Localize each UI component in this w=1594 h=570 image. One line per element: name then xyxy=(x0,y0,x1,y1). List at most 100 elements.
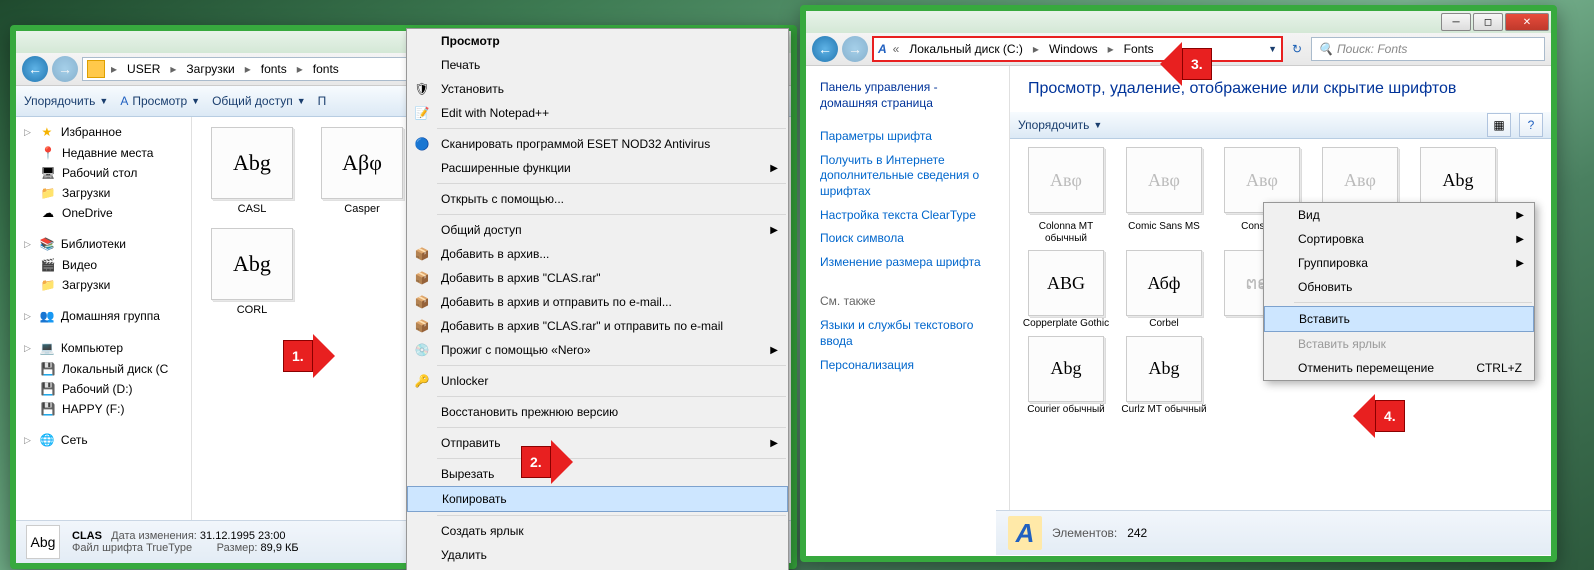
font-item[interactable]: Aвφ xyxy=(1118,147,1210,215)
sidebar-item[interactable]: 📁Загрузки xyxy=(16,183,191,203)
context-menu-item[interactable]: 🛡Установить xyxy=(407,77,788,101)
sidebar-item[interactable]: 💾Локальный диск (C xyxy=(16,359,191,379)
font-preview-icon: Abg xyxy=(211,127,293,199)
context-menu-item[interactable]: Вид▶ xyxy=(1264,203,1534,227)
crumb[interactable]: Windows xyxy=(1045,40,1102,58)
font-item[interactable]: Abg CASL xyxy=(202,127,302,218)
menu-item-icon: 📦 xyxy=(413,245,431,263)
context-menu-item[interactable]: Копировать xyxy=(407,486,788,512)
side-link[interactable]: Изменение размера шрифта xyxy=(820,251,995,275)
refresh-button[interactable]: ↻ xyxy=(1287,39,1307,59)
font-item[interactable]: ABGCopperplate Gothic xyxy=(1020,250,1112,330)
sidebar-libraries[interactable]: ▷📚Библиотеки xyxy=(16,233,191,255)
close-button[interactable]: ✕ xyxy=(1505,13,1549,31)
crumb[interactable]: fonts xyxy=(309,60,343,78)
print-menu[interactable]: П xyxy=(318,94,327,108)
context-menu-item[interactable]: 📦Добавить в архив "CLAS.rar" xyxy=(407,266,788,290)
context-menu-item[interactable]: 💿Прожиг с помощью «Nero»▶ xyxy=(407,338,788,362)
font-preview-icon: ABG xyxy=(1028,250,1104,316)
sidebar-item[interactable]: 🎬Видео xyxy=(16,255,191,275)
context-menu-item[interactable]: 🔵Сканировать программой ESET NOD32 Antiv… xyxy=(407,132,788,156)
context-menu-item[interactable]: Вырезать xyxy=(407,462,788,486)
font-item[interactable]: AbgCurlz MT обычный xyxy=(1118,336,1210,416)
font-name: Curlz MT обычный xyxy=(1118,404,1210,416)
sidebar-network[interactable]: ▷🌐Сеть xyxy=(16,429,191,451)
font-item[interactable]: АбфCorbel xyxy=(1118,250,1210,330)
context-menu-item[interactable]: Расширенные функции▶ xyxy=(407,156,788,180)
minimize-button[interactable]: ─ xyxy=(1441,13,1471,31)
context-menu-item[interactable]: Сортировка▶ xyxy=(1264,227,1534,251)
submenu-arrow-icon: ▶ xyxy=(770,438,778,449)
sidebar-item[interactable]: 📁Загрузки xyxy=(16,275,191,295)
font-item[interactable]: AbgCourier обычный xyxy=(1020,336,1112,416)
context-menu-item[interactable]: Создать ярлык xyxy=(407,519,788,543)
font-item[interactable]: Colonna MT обычный xyxy=(1020,221,1112,244)
search-input[interactable]: 🔍 Поиск: Fonts xyxy=(1311,37,1545,61)
crumb[interactable]: Загрузки xyxy=(182,60,238,78)
sidebar-item[interactable]: 🖥Рабочий стол xyxy=(16,163,191,183)
font-item[interactable]: ΑβφCasper xyxy=(312,127,412,218)
side-link[interactable]: Параметры шрифта xyxy=(820,125,995,149)
crumb[interactable]: Локальный диск (C:) xyxy=(905,40,1027,58)
control-panel-links: Панель управления - домашняя страница Па… xyxy=(806,66,1010,555)
font-item[interactable]: Aвφ xyxy=(1020,147,1112,215)
context-menu-item[interactable]: Вставить xyxy=(1264,306,1534,332)
organize-menu[interactable]: Упорядочить ▼ xyxy=(24,94,108,108)
font-preview-icon: Абф xyxy=(1126,250,1202,316)
side-link[interactable]: Поиск символа xyxy=(820,227,995,251)
back-button[interactable]: ← xyxy=(22,56,48,82)
back-button[interactable]: ← xyxy=(812,36,838,62)
share-menu[interactable]: Общий доступ ▼ xyxy=(212,94,306,108)
status-filename: CLAS xyxy=(72,530,102,542)
crumb[interactable]: USER xyxy=(123,60,164,78)
context-menu-item[interactable]: 📝Edit with Notepad++ xyxy=(407,101,788,125)
maximize-button[interactable]: ◻ xyxy=(1473,13,1503,31)
font-name: CASL xyxy=(202,203,302,216)
sidebar-item[interactable]: ☁OneDrive xyxy=(16,203,191,223)
context-menu-item[interactable]: 📦Добавить в архив и отправить по e-mail.… xyxy=(407,290,788,314)
crumb[interactable]: fonts xyxy=(257,60,291,78)
sidebar-item[interactable]: 💾Рабочий (D:) xyxy=(16,379,191,399)
annotation-arrow-4: 4. xyxy=(1353,394,1405,438)
view-icon-button[interactable]: ▦ xyxy=(1487,113,1511,137)
annotation-label: 2. xyxy=(521,446,551,478)
sidebar-favorites[interactable]: ▷★Избранное xyxy=(16,121,191,143)
context-menu-item[interactable]: Просмотр xyxy=(407,29,788,53)
sidebar-homegroup[interactable]: ▷👥Домашняя группа xyxy=(16,305,191,327)
help-icon-button[interactable]: ? xyxy=(1519,113,1543,137)
font-item[interactable]: Comic Sans MS xyxy=(1118,221,1210,244)
font-name: Colonna MT обычный xyxy=(1020,221,1112,244)
forward-button[interactable]: → xyxy=(842,36,868,62)
context-menu-item[interactable]: Восстановить прежнюю версию xyxy=(407,400,788,424)
forward-button[interactable]: → xyxy=(52,56,78,82)
side-link[interactable]: Персонализация xyxy=(820,354,995,378)
context-menu-item[interactable]: Удалить xyxy=(407,543,788,567)
cp-home-link[interactable]: Панель управления - домашняя страница xyxy=(820,76,995,115)
context-menu-item[interactable]: Обновить xyxy=(1264,275,1534,299)
side-link[interactable]: Получить в Интернете дополнительные свед… xyxy=(820,149,995,204)
side-link[interactable]: Языки и службы текстового ввода xyxy=(820,314,995,353)
sidebar-computer[interactable]: ▷💻Компьютер xyxy=(16,337,191,359)
body: Панель управления - домашняя страница Па… xyxy=(806,66,1551,555)
context-menu-item[interactable]: 📦Добавить в архив "CLAS.rar" и отправить… xyxy=(407,314,788,338)
preview-menu[interactable]: A Просмотр ▼ xyxy=(120,94,200,108)
context-menu-item[interactable]: 🔑Unlocker xyxy=(407,369,788,393)
sidebar-item[interactable]: 💾HAPPY (F:) xyxy=(16,399,191,419)
context-menu-item[interactable]: Общий доступ▶ xyxy=(407,218,788,242)
organize-menu[interactable]: Упорядочить ▼ xyxy=(1018,118,1102,132)
status-size: 89,9 КБ xyxy=(261,542,299,554)
menu-item-label: Вид xyxy=(1298,208,1320,222)
font-item[interactable]: AbgCORL xyxy=(202,228,302,317)
context-menu: Вид▶Сортировка▶Группировка▶Обновить Встав… xyxy=(1263,202,1535,381)
context-menu-item[interactable]: Группировка▶ xyxy=(1264,251,1534,275)
context-menu-item[interactable]: Печать xyxy=(407,53,788,77)
breadcrumb-box-highlighted[interactable]: A « Локальный диск (C:)▸ Windows▸ Fonts … xyxy=(872,36,1283,62)
side-link[interactable]: Настройка текста ClearType xyxy=(820,204,995,228)
context-menu-item[interactable]: Открыть с помощью... xyxy=(407,187,788,211)
crumb[interactable]: Fonts xyxy=(1120,40,1158,58)
context-menu-item[interactable]: Отправить▶ xyxy=(407,431,788,455)
annotation-arrow-2: 2. xyxy=(521,440,573,484)
context-menu-item[interactable]: Отменить перемещениеCTRL+Z xyxy=(1264,356,1534,380)
context-menu-item[interactable]: 📦Добавить в архив... xyxy=(407,242,788,266)
sidebar-item[interactable]: 📍Недавние места xyxy=(16,143,191,163)
